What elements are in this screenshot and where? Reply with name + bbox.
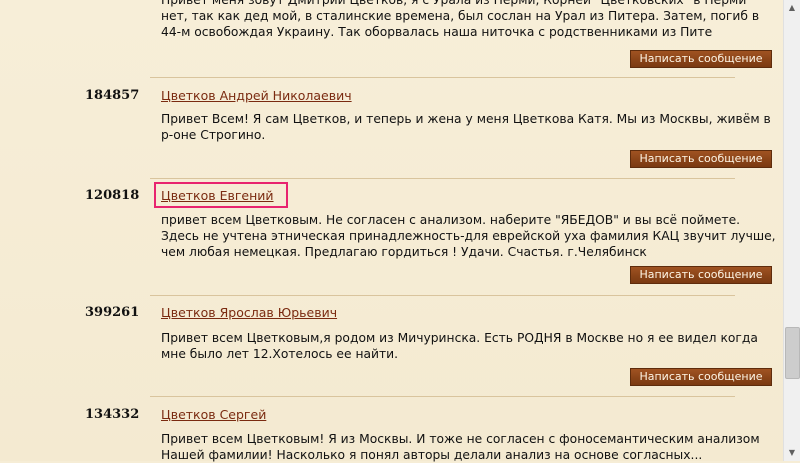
entry-separator (150, 396, 735, 397)
comments-page: Привет меня зовут Дмитрий Цветков, я с У… (0, 0, 784, 462)
write-message-button[interactable]: Написать сообщение (630, 50, 772, 68)
entry-separator (150, 295, 735, 296)
entry-message: Привет меня зовут Дмитрий Цветков, я с У… (161, 0, 760, 39)
write-message-button[interactable]: Написать сообщение (630, 368, 772, 386)
entry-id: 120818 (85, 188, 140, 203)
write-message-button[interactable]: Написать сообщение (630, 150, 772, 168)
entry-separator (150, 178, 735, 179)
entry-message: привет всем Цветковым. Не согласен с ана… (161, 213, 776, 259)
scroll-down-arrow-icon[interactable]: ▼ (784, 445, 800, 461)
scrollbar-thumb[interactable] (785, 327, 800, 379)
entry-separator (150, 77, 735, 78)
entry-id: 184857 (85, 88, 140, 103)
entry-message: Привет Всем! Я сам Цветков, и теперь и ж… (161, 112, 771, 142)
write-message-button[interactable]: Написать сообщение (630, 266, 772, 284)
entry-message: Привет всем Цветковым,я родом из Мичурин… (161, 331, 758, 361)
entry-author-link[interactable]: Цветков Сергей (161, 407, 266, 422)
scroll-up-arrow-icon[interactable]: ▲ (784, 0, 800, 16)
vertical-scrollbar[interactable]: ▲ ▼ (783, 0, 800, 461)
entry-id: 134332 (85, 407, 140, 422)
entry-id: 399261 (85, 305, 140, 320)
entry-author-link[interactable]: Цветков Ярослав Юрьевич (161, 305, 337, 320)
selection-highlight (154, 182, 288, 208)
entry-message: Привет всем Цветковым! Я из Москвы. И то… (161, 432, 760, 462)
entry-author-link[interactable]: Цветков Андрей Николаевич (161, 88, 352, 103)
